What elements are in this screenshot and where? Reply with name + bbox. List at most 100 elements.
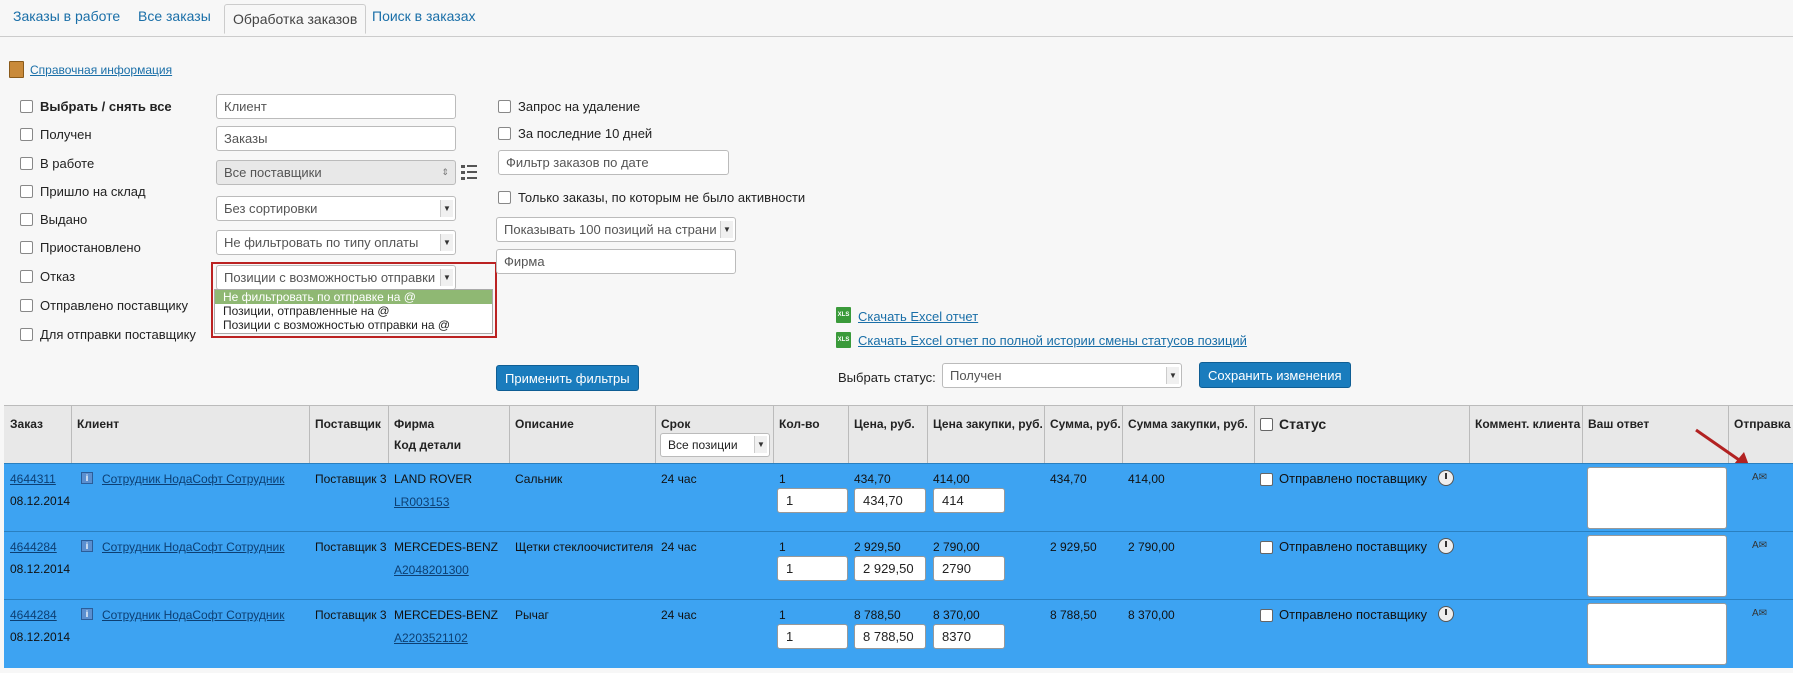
purchase-price-input[interactable]: 8370	[933, 624, 1005, 649]
status-refused-label: Отказ	[40, 269, 76, 284]
sorting-select-value: Без сортировки	[224, 201, 318, 216]
price-input[interactable]: 8 788,50	[854, 624, 926, 649]
list-icon[interactable]	[461, 164, 477, 182]
col-qty: Кол-во	[779, 417, 820, 431]
table-row: 4644311 08.12.2014 i Сотрудник НодаСофт …	[4, 463, 1793, 532]
per-page-value: Показывать 100 позиций на страни	[504, 222, 717, 237]
tab-orders-in-work[interactable]: Заказы в работе	[13, 8, 120, 24]
info-icon[interactable]: i	[81, 540, 93, 552]
part-code-link[interactable]: A2203521102	[394, 631, 468, 645]
info-icon[interactable]: i	[81, 472, 93, 484]
description: Рычаг	[515, 608, 549, 622]
qty: 1	[779, 472, 786, 486]
status-warehouse-label: Пришло на склад	[40, 184, 146, 199]
sum: 434,70	[1050, 472, 1087, 486]
chevron-down-icon: ▼	[754, 436, 767, 453]
price-input[interactable]: 434,70	[854, 488, 926, 513]
answer-textarea[interactable]	[1587, 603, 1727, 665]
last-10-days-checkbox[interactable]	[498, 127, 511, 140]
term: 24 час	[661, 472, 697, 486]
status-all-checkbox[interactable]	[1260, 418, 1273, 431]
help-link[interactable]: Справочная информация	[30, 63, 172, 77]
suppliers-select-value: Все поставщики	[224, 165, 322, 180]
part-code-link[interactable]: LR003153	[394, 495, 449, 509]
inactive-orders-label: Только заказы, по которым не было активн…	[518, 190, 806, 205]
excel-history-link[interactable]: Скачать Excel отчет по полной истории см…	[858, 333, 1247, 348]
chevron-down-icon: ▼	[440, 200, 453, 217]
status-refused-checkbox[interactable]	[20, 270, 33, 283]
status-in-work-checkbox[interactable]	[20, 157, 33, 170]
tab-order-processing[interactable]: Обработка заказов	[224, 4, 367, 34]
chevron-down-icon: ▼	[720, 221, 733, 238]
sorting-select[interactable]: Без сортировки ▼	[216, 196, 456, 221]
inactive-orders-checkbox[interactable]	[498, 191, 511, 204]
firm-input[interactable]: Фирма	[496, 249, 736, 274]
status-received-checkbox[interactable]	[20, 128, 33, 141]
clock-icon[interactable]	[1438, 538, 1454, 554]
status-to-send-checkbox[interactable]	[20, 328, 33, 341]
row-status: Отправлено поставщику	[1279, 539, 1428, 554]
order-date: 08.12.2014	[10, 562, 71, 576]
client-link[interactable]: Сотрудник НодаСофт Сотрудник	[102, 540, 284, 554]
order-date: 08.12.2014	[10, 494, 71, 508]
qty-input[interactable]: 1	[777, 488, 848, 513]
tab-order-search[interactable]: Поиск в заказах	[372, 8, 475, 24]
status-issued-checkbox[interactable]	[20, 213, 33, 226]
col-answer: Ваш ответ	[1588, 417, 1650, 431]
term-filter-select[interactable]: Все позиции ▼	[660, 433, 770, 457]
save-changes-button[interactable]: Сохранить изменения	[1199, 362, 1351, 388]
table-row: 4644284 08.12.2014 i Сотрудник НодаСофт …	[4, 599, 1793, 668]
info-icon[interactable]: i	[81, 608, 93, 620]
last-10-days-label: За последние 10 дней	[518, 126, 653, 141]
date-filter-input[interactable]: Фильтр заказов по дате	[498, 150, 729, 175]
per-page-select[interactable]: Показывать 100 позиций на страни ▼	[496, 217, 736, 242]
answer-textarea[interactable]	[1587, 467, 1727, 529]
qty: 1	[779, 608, 786, 622]
mail-icon[interactable]: A✉	[1752, 472, 1774, 484]
purchase-price-input[interactable]: 414	[933, 488, 1005, 513]
select-all-checkbox[interactable]	[20, 100, 33, 113]
delete-request-checkbox[interactable]	[498, 100, 511, 113]
col-order: Заказ	[10, 417, 43, 431]
clock-icon[interactable]	[1438, 470, 1454, 486]
part-code-link[interactable]: A2048201300	[394, 563, 469, 577]
term-filter-value: Все позиции	[668, 438, 738, 452]
row-status-checkbox[interactable]	[1260, 609, 1273, 622]
excel-report-link[interactable]: Скачать Excel отчет	[858, 309, 978, 324]
description: Щетки стеклоочистителя	[515, 540, 654, 554]
order-number-link[interactable]: 4644311	[10, 472, 56, 486]
status-in-work-label: В работе	[40, 156, 95, 171]
col-purchase-sum: Сумма закупки, руб.	[1128, 417, 1248, 431]
price-input[interactable]: 2 929,50	[854, 556, 926, 581]
status-select[interactable]: Получен ▼	[942, 363, 1182, 388]
clock-icon[interactable]	[1438, 606, 1454, 622]
order-number-link[interactable]: 4644284	[10, 608, 57, 622]
mail-icon[interactable]: A✉	[1752, 608, 1774, 620]
tab-all-orders[interactable]: Все заказы	[138, 8, 211, 24]
price: 434,70	[854, 472, 891, 486]
order-number-link[interactable]: 4644284	[10, 540, 57, 554]
mail-icon[interactable]: A✉	[1752, 540, 1774, 552]
status-sent-supplier-checkbox[interactable]	[20, 299, 33, 312]
xls-icon: XLS	[836, 307, 851, 323]
status-suspended-label: Приостановлено	[40, 240, 141, 255]
purchase-price-input[interactable]: 2790	[933, 556, 1005, 581]
client-input[interactable]: Клиент	[216, 94, 456, 119]
status-warehouse-checkbox[interactable]	[20, 185, 33, 198]
firm-name: LAND ROVER	[394, 472, 473, 486]
qty-input[interactable]: 1	[777, 624, 848, 649]
orders-input[interactable]: Заказы	[216, 126, 456, 151]
row-status-checkbox[interactable]	[1260, 473, 1273, 486]
suppliers-select[interactable]: Все поставщики ⇕	[216, 160, 456, 185]
client-link[interactable]: Сотрудник НодаСофт Сотрудник	[102, 472, 284, 486]
answer-textarea[interactable]	[1587, 535, 1727, 597]
payment-filter-select[interactable]: Не фильтровать по типу оплаты ▼	[216, 230, 456, 255]
purchase-price: 414,00	[933, 472, 970, 486]
col-price: Цена, руб.	[854, 417, 915, 431]
apply-filters-button[interactable]: Применить фильтры	[496, 365, 639, 391]
qty-input[interactable]: 1	[777, 556, 848, 581]
status-suspended-checkbox[interactable]	[20, 241, 33, 254]
row-status-checkbox[interactable]	[1260, 541, 1273, 554]
col-status: Статус	[1279, 416, 1327, 432]
client-link[interactable]: Сотрудник НодаСофт Сотрудник	[102, 608, 284, 622]
